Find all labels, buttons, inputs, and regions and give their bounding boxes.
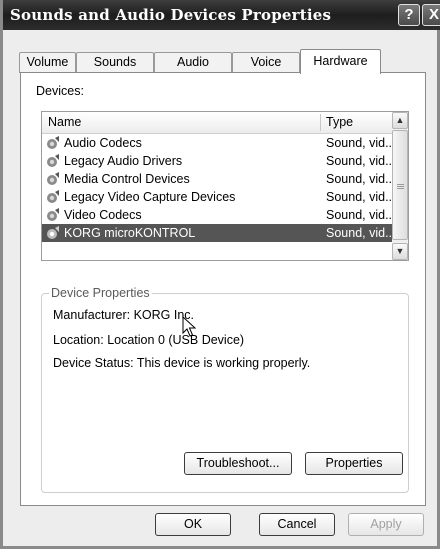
device-status-text: Device Status: This device is working pr… [53,356,311,370]
column-divider[interactable] [320,114,321,131]
cancel-button[interactable]: Cancel [259,513,335,536]
device-type: Sound, vid... [326,136,396,150]
properties-window: Sounds and Audio Devices Properties ? X … [0,0,440,549]
troubleshoot-button[interactable]: Troubleshoot... [184,452,292,475]
list-item[interactable]: Legacy Audio Drivers Sound, vid... [42,152,396,170]
tab-volume[interactable]: Volume [19,52,76,73]
device-type: Sound, vid... [326,226,396,240]
scroll-up-arrow-icon[interactable]: ▲ [392,112,408,129]
properties-button[interactable]: Properties [305,452,403,475]
list-item[interactable]: Audio Codecs Sound, vid... [42,134,396,152]
manufacturer-text: Manufacturer: KORG Inc. [53,308,195,322]
devices-list[interactable]: Name Type Audio Codecs Sound, vid... Leg… [41,111,409,261]
window-title: Sounds and Audio Devices Properties [10,6,332,24]
title-bar[interactable]: Sounds and Audio Devices Properties ? X [3,0,440,30]
tab-audio[interactable]: Audio [154,52,232,73]
hardware-tab-panel: Devices: Name Type Audio Codecs Sound, v… [20,72,426,506]
close-button[interactable]: X [422,4,440,26]
speaker-device-icon [47,190,59,203]
mouse-pointer-icon [182,316,197,337]
list-item[interactable]: Legacy Video Capture Devices Sound, vid.… [42,188,396,206]
group-title: Device Properties [49,286,152,300]
device-type: Sound, vid... [326,208,396,222]
scroll-down-arrow-icon[interactable]: ▼ [392,243,408,260]
tab-sounds[interactable]: Sounds [76,52,154,73]
scrollbar-thumb[interactable] [392,130,408,240]
devices-label: Devices: [36,84,84,98]
device-name: Audio Codecs [64,136,142,150]
device-properties-group: Device Properties Manufacturer: KORG Inc… [41,286,409,493]
device-type: Sound, vid... [326,172,396,186]
speaker-device-icon [47,136,59,149]
apply-button[interactable]: Apply [348,513,424,536]
speaker-device-icon [47,172,59,185]
list-item[interactable]: Video Codecs Sound, vid... [42,206,396,224]
tab-voice[interactable]: Voice [232,52,300,73]
list-header: Name Type [42,112,392,134]
speaker-device-icon [47,208,59,221]
vertical-scrollbar[interactable]: ▲ ▼ [392,112,408,260]
device-type: Sound, vid... [326,154,396,168]
location-text: Location: Location 0 (USB Device) [53,333,245,347]
device-name: Legacy Audio Drivers [64,154,183,168]
list-rows: Audio Codecs Sound, vid... Legacy Audio … [42,134,396,242]
scrollbar-grip-icon [397,184,404,185]
list-item-selected[interactable]: KORG microKONTROL Sound, vid... [42,224,396,242]
device-name: Video Codecs [64,208,142,222]
device-name: KORG microKONTROL [64,226,196,240]
device-type: Sound, vid... [326,190,396,204]
tab-hardware[interactable]: Hardware [300,49,381,74]
speaker-device-icon [47,226,59,239]
list-item[interactable]: Media Control Devices Sound, vid... [42,170,396,188]
help-button[interactable]: ? [398,4,420,26]
device-name: Legacy Video Capture Devices [64,190,236,204]
column-header-type[interactable]: Type [326,115,353,129]
ok-button[interactable]: OK [155,513,231,536]
device-name: Media Control Devices [64,172,190,186]
column-header-name[interactable]: Name [48,115,81,129]
speaker-device-icon [47,154,59,167]
